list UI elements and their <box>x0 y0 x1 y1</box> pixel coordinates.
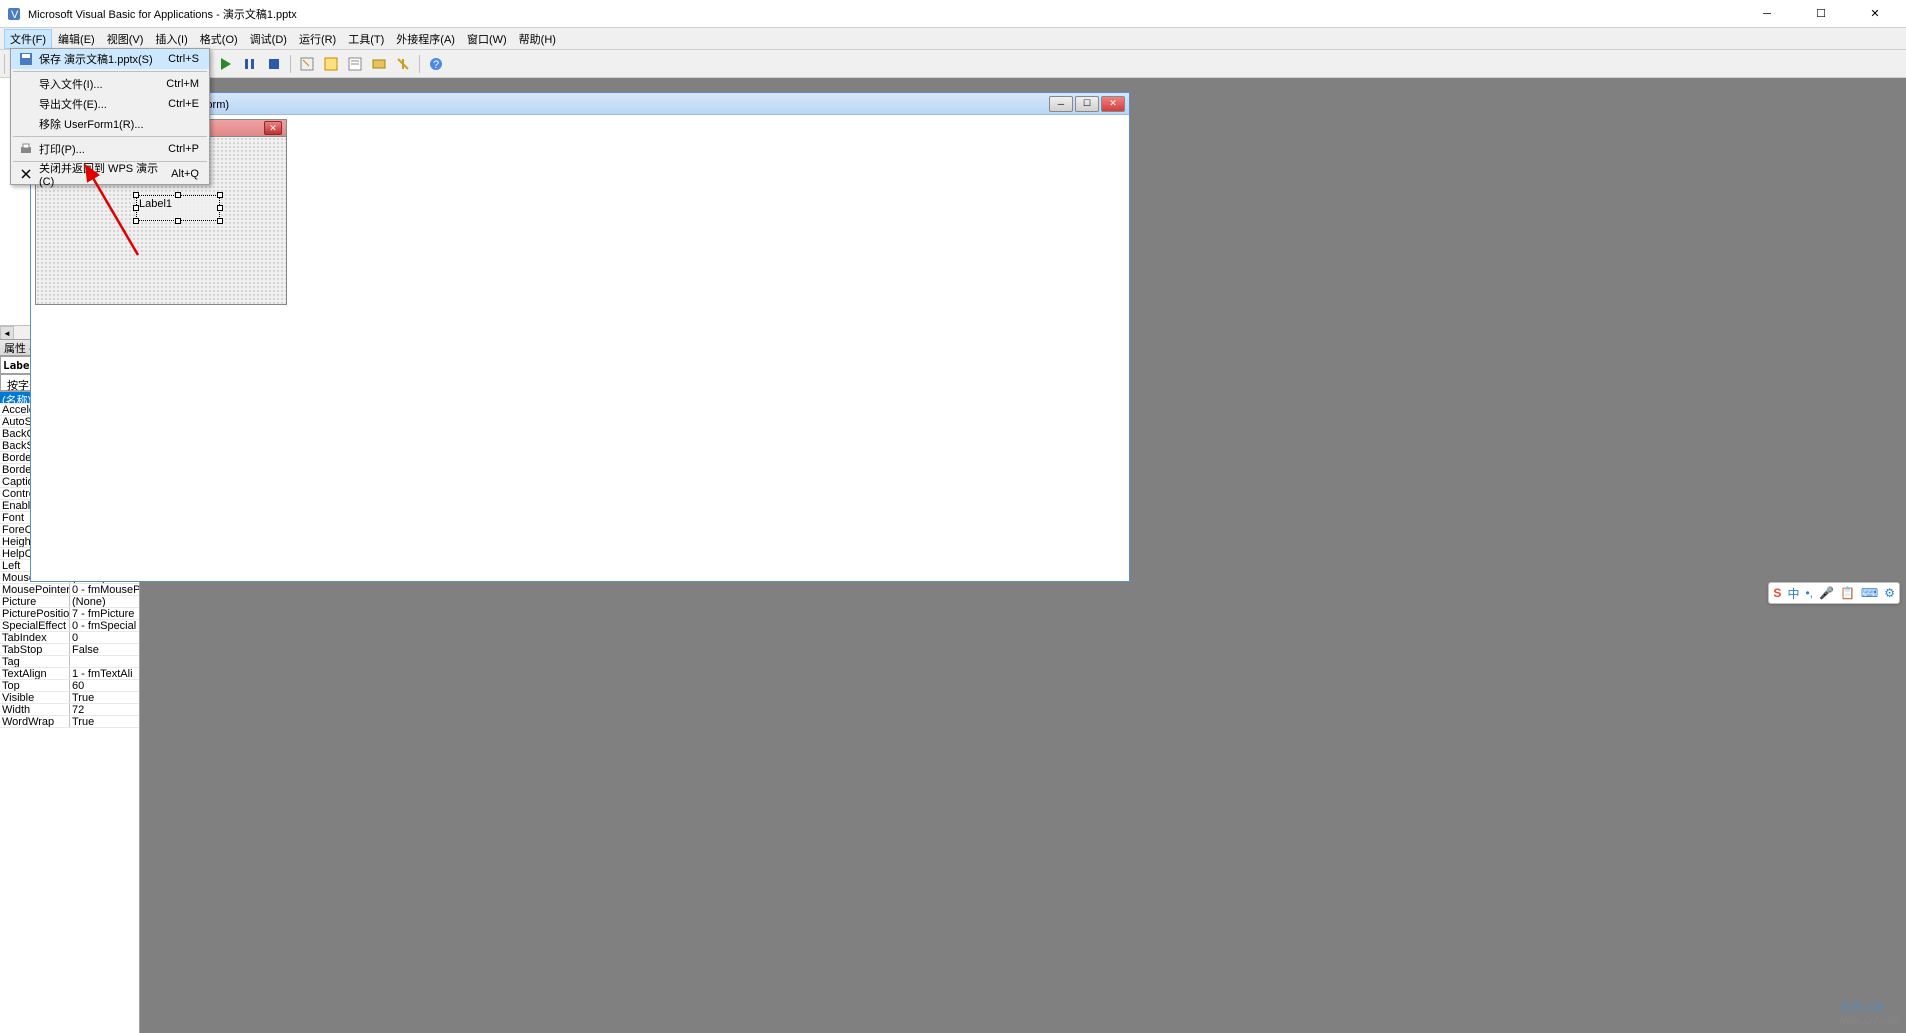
property-row[interactable]: VisibleTrue <box>0 692 139 704</box>
design-mode-icon[interactable] <box>296 53 318 75</box>
resize-handle[interactable] <box>175 218 181 224</box>
resize-handle[interactable] <box>175 192 181 198</box>
svg-text:?: ? <box>433 59 439 71</box>
ime-toolbar[interactable]: S 中 •, 🎤 📋 ⌨ ⚙ <box>1768 582 1900 604</box>
child-close-button[interactable]: ✕ <box>1101 96 1125 112</box>
properties-icon[interactable] <box>344 53 366 75</box>
file-menu-dropdown: 保存 演示文稿1.pptx(S) Ctrl+S 导入文件(I)... Ctrl+… <box>10 48 210 185</box>
property-row[interactable]: WordWrapTrue <box>0 716 139 728</box>
close-button[interactable]: ✕ <box>1860 4 1890 24</box>
menu-save[interactable]: 保存 演示文稿1.pptx(S) Ctrl+S <box>11 49 209 69</box>
menu-format[interactable]: 格式(O) <box>194 29 244 49</box>
menu-insert[interactable]: 插入(I) <box>149 29 193 49</box>
print-icon <box>17 141 35 157</box>
resize-handle[interactable] <box>133 192 139 198</box>
app-icon: V <box>6 6 22 22</box>
label-control[interactable]: Label1 <box>136 195 220 221</box>
menu-close-return[interactable]: 关闭并返回到 WPS 演示(C) Alt+Q <box>11 164 209 184</box>
property-row[interactable]: Tag <box>0 656 139 668</box>
menu-file[interactable]: 文件(F) <box>4 29 52 49</box>
property-row[interactable]: MousePointer0 - fmMousePo <box>0 584 139 596</box>
menu-edit[interactable]: 编辑(E) <box>52 29 101 49</box>
property-row[interactable]: TabStopFalse <box>0 644 139 656</box>
menu-remove[interactable]: 移除 UserForm1(R)... <box>11 114 209 134</box>
resize-handle[interactable] <box>133 205 139 211</box>
maximize-button[interactable]: ☐ <box>1806 4 1836 24</box>
ime-keyboard-icon[interactable]: ⌨ <box>1861 586 1878 600</box>
child-minimize-button[interactable]: ─ <box>1049 96 1073 112</box>
toolbar: ? <box>0 50 1906 78</box>
property-row[interactable]: TabIndex0 <box>0 632 139 644</box>
menu-print[interactable]: 打印(P)... Ctrl+P <box>11 139 209 159</box>
object-browser-icon[interactable] <box>368 53 390 75</box>
ime-clipboard-icon[interactable]: 📋 <box>1840 586 1855 600</box>
ime-mic-icon[interactable]: 🎤 <box>1819 586 1834 600</box>
child-maximize-button[interactable]: ☐ <box>1075 96 1099 112</box>
scroll-left-icon[interactable]: ◄ <box>0 326 14 340</box>
window-title: Microsoft Visual Basic for Applications … <box>28 6 297 22</box>
mdi-area: ◄ ► 属性 - Label1 ✕ Label1 Label ▾ 按字母序 按分… <box>0 78 1906 1033</box>
ime-punct[interactable]: •, <box>1805 586 1813 600</box>
menu-view[interactable]: 视图(V) <box>101 29 150 49</box>
resize-handle[interactable] <box>217 218 223 224</box>
close-icon <box>17 166 35 182</box>
resize-handle[interactable] <box>133 218 139 224</box>
menu-debug[interactable]: 调试(D) <box>244 29 293 49</box>
menu-run[interactable]: 运行(R) <box>293 29 342 49</box>
svg-text:V: V <box>11 9 19 21</box>
stop-icon[interactable] <box>263 53 285 75</box>
property-row[interactable]: Picture(None) <box>0 596 139 608</box>
ime-settings-icon[interactable]: ⚙ <box>1884 586 1895 600</box>
menubar: 文件(F) 编辑(E) 视图(V) 插入(I) 格式(O) 调试(D) 运行(R… <box>0 28 1906 50</box>
window-titlebar: V Microsoft Visual Basic for Application… <box>0 0 1906 28</box>
pause-icon[interactable] <box>239 53 261 75</box>
property-row[interactable]: Top60 <box>0 680 139 692</box>
resize-handle[interactable] <box>217 192 223 198</box>
ime-logo-icon[interactable]: S <box>1773 586 1781 600</box>
save-icon <box>17 51 35 67</box>
property-row[interactable]: PicturePositio7 - fmPicture <box>0 608 139 620</box>
userform-close-icon[interactable]: ✕ <box>264 121 282 135</box>
property-row[interactable]: Width72 <box>0 704 139 716</box>
property-row[interactable]: TextAlign1 - fmTextAli <box>0 668 139 680</box>
ime-lang[interactable]: 中 <box>1787 585 1799 602</box>
menu-export[interactable]: 导出文件(E)... Ctrl+E <box>11 94 209 114</box>
menu-import[interactable]: 导入文件(I)... Ctrl+M <box>11 74 209 94</box>
menu-window[interactable]: 窗口(W) <box>461 29 513 49</box>
menu-help[interactable]: 帮助(H) <box>513 29 562 49</box>
menu-tools[interactable]: 工具(T) <box>342 29 390 49</box>
menu-addins[interactable]: 外接程序(A) <box>390 29 461 49</box>
run-icon[interactable] <box>215 53 237 75</box>
minimize-button[interactable]: ─ <box>1752 4 1782 24</box>
toolbox-icon[interactable] <box>392 53 414 75</box>
help-icon[interactable]: ? <box>425 53 447 75</box>
resize-handle[interactable] <box>217 205 223 211</box>
project-explorer-icon[interactable] <box>320 53 342 75</box>
property-row[interactable]: SpecialEffect0 - fmSpecial <box>0 620 139 632</box>
